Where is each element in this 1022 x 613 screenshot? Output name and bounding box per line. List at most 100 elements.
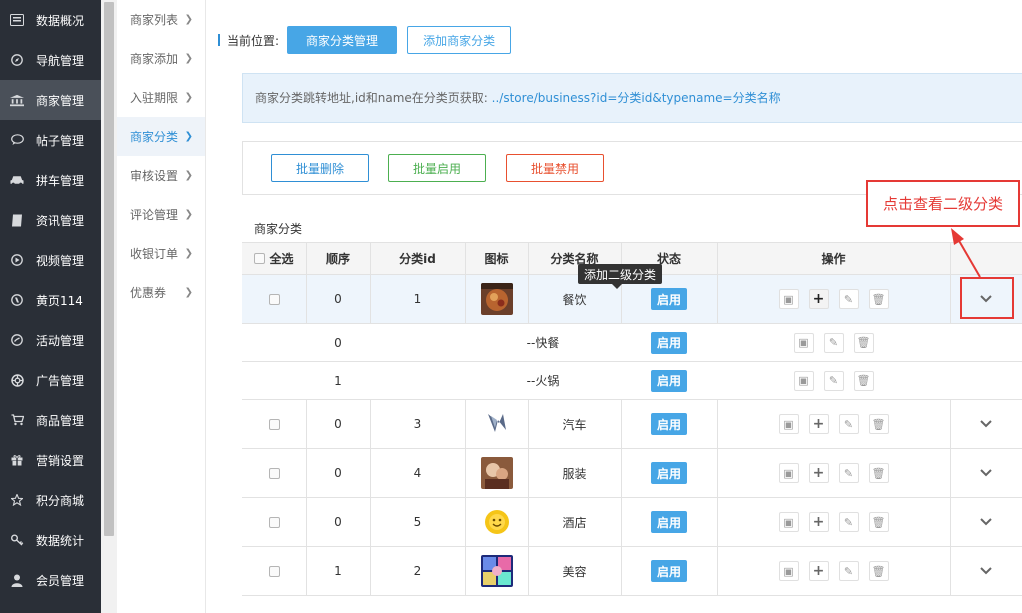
batch-disable-button[interactable]: 批量禁用	[506, 154, 604, 182]
submenu-item-merchant-list[interactable]: 商家列表 ❯	[117, 0, 205, 39]
sidebar-item-marketing[interactable]: 营销设置	[0, 440, 101, 480]
sidebar-item-merchant[interactable]: 商家管理	[0, 80, 101, 120]
submenu-item-coupons[interactable]: 优惠券 ❯	[117, 273, 205, 312]
add-subcategory-icon[interactable]: +	[808, 414, 829, 434]
category-manage-tab[interactable]: 商家分类管理	[287, 26, 398, 54]
sidebar-item-products[interactable]: 商品管理	[0, 400, 101, 440]
row-checkbox[interactable]	[268, 418, 280, 430]
row-checkbox[interactable]	[268, 565, 280, 577]
table-row: 0 3 汽车 启用 ▣ + ✎ 🗑	[242, 400, 1022, 449]
select-all-cell[interactable]: 全选	[242, 243, 306, 274]
info-link: ../store/business?id=分类id&typename=分类名称	[491, 91, 781, 105]
image-icon[interactable]: ▣	[778, 463, 799, 483]
status-toggle-button[interactable]: 启用	[650, 511, 687, 533]
row-name: 汽车	[562, 417, 587, 432]
status-toggle-button[interactable]: 启用	[650, 560, 687, 582]
sidebar-item-activity[interactable]: 活动管理	[0, 320, 101, 360]
edit-icon[interactable]: ✎	[823, 332, 844, 353]
edit-icon[interactable]: ✎	[838, 414, 859, 434]
row-id: 1	[413, 292, 422, 306]
table-row: 1 2 美容 启用 ▣ + ✎ 🗑	[242, 547, 1022, 596]
chevron-down-icon[interactable]	[950, 547, 1022, 595]
batch-enable-button[interactable]: 批量启用	[388, 154, 486, 182]
chat-icon	[10, 133, 24, 147]
car-thumbnail	[480, 408, 513, 440]
sidebar-item-label: 资讯管理	[36, 213, 85, 228]
sidebar-scrollbar[interactable]	[101, 0, 117, 613]
chevron-down-icon[interactable]	[950, 498, 1022, 546]
status-toggle-button[interactable]: 启用	[650, 413, 687, 435]
status-toggle-button[interactable]: 启用	[650, 331, 687, 354]
submenu-item-merchant-add[interactable]: 商家添加 ❯	[117, 39, 205, 78]
delete-icon[interactable]: 🗑	[868, 512, 889, 532]
annotation-arrow	[951, 228, 981, 278]
header-icon: 图标	[484, 252, 509, 266]
sidebar-item-label: 导航管理	[36, 53, 85, 68]
table-row: 0 4 服装 启用 ▣ + ✎ 🗑	[242, 449, 1022, 498]
submenu-item-review-settings[interactable]: 审核设置 ❯	[117, 156, 205, 195]
sidebar-item-nav[interactable]: 导航管理	[0, 40, 101, 80]
image-icon[interactable]: ▣	[778, 561, 799, 581]
submenu-item-entry-period[interactable]: 入驻期限 ❯	[117, 78, 205, 117]
image-icon[interactable]: ▣	[778, 289, 799, 309]
hotel-thumbnail	[480, 506, 513, 538]
chevron-down-icon[interactable]	[950, 400, 1022, 448]
status-toggle-button[interactable]: 启用	[650, 288, 687, 310]
submenu-item-cashier-orders[interactable]: 收银订单 ❯	[117, 234, 205, 273]
sidebar-item-carpool[interactable]: 拼车管理	[0, 160, 101, 200]
bank-icon	[10, 93, 24, 107]
batch-delete-button[interactable]: 批量删除	[271, 154, 369, 182]
row-name: --快餐	[526, 336, 560, 350]
header-select-all: 全选	[269, 252, 294, 266]
chevron-right-icon: ❯	[184, 287, 193, 298]
sidebar-item-points-mall[interactable]: 积分商城	[0, 480, 101, 520]
sidebar-item-ads[interactable]: 广告管理	[0, 360, 101, 400]
edit-icon[interactable]: ✎	[838, 512, 859, 532]
chevron-down-icon[interactable]	[950, 449, 1022, 497]
edit-icon[interactable]: ✎	[838, 561, 859, 581]
user-icon	[10, 573, 24, 587]
edit-icon[interactable]: ✎	[823, 370, 844, 391]
sidebar-item-members[interactable]: 会员管理	[0, 560, 101, 600]
edit-icon[interactable]: ✎	[838, 463, 859, 483]
select-all-checkbox[interactable]	[254, 253, 266, 264]
row-order: 0	[334, 292, 342, 306]
add-subcategory-icon[interactable]: +	[808, 463, 829, 483]
status-toggle-button[interactable]: 启用	[650, 462, 687, 484]
add-category-button[interactable]: 添加商家分类	[407, 26, 512, 54]
annotation-highlight-box	[960, 277, 1014, 319]
delete-icon[interactable]: 🗑	[868, 463, 889, 483]
row-checkbox[interactable]	[268, 467, 280, 479]
header-order: 顺序	[325, 252, 350, 266]
row-checkbox[interactable]	[268, 293, 280, 305]
sidebar-item-dashboard[interactable]: 数据概况	[0, 0, 101, 40]
sidebar-item-posts[interactable]: 帖子管理	[0, 120, 101, 160]
sidebar-item-label: 广告管理	[36, 373, 85, 388]
image-icon[interactable]: ▣	[778, 414, 799, 434]
status-toggle-button[interactable]: 启用	[650, 369, 687, 392]
sidebar-item-stats[interactable]: 数据统计	[0, 520, 101, 560]
add-subcategory-icon[interactable]: +	[808, 289, 829, 309]
info-text: 商家分类跳转地址,id和name在分类页获取:	[255, 91, 488, 105]
delete-icon[interactable]: 🗑	[868, 561, 889, 581]
sidebar-item-yellowpages[interactable]: 黄页114	[0, 280, 101, 320]
chevron-right-icon: ❯	[184, 170, 193, 181]
row-checkbox[interactable]	[268, 516, 280, 528]
delete-icon[interactable]: 🗑	[868, 289, 889, 309]
delete-icon[interactable]: 🗑	[853, 332, 874, 353]
add-subcategory-icon[interactable]: +	[808, 512, 829, 532]
edit-icon[interactable]: ✎	[838, 289, 859, 309]
scrollbar-thumb[interactable]	[104, 2, 114, 536]
sidebar-item-news[interactable]: 资讯管理	[0, 200, 101, 240]
add-subcategory-icon[interactable]: +	[808, 561, 829, 581]
image-icon[interactable]: ▣	[793, 370, 814, 391]
delete-icon[interactable]: 🗑	[868, 414, 889, 434]
image-icon[interactable]: ▣	[778, 512, 799, 532]
row-order: 0	[334, 515, 342, 529]
submenu-item-comments[interactable]: 评论管理 ❯	[117, 195, 205, 234]
row-name: 美容	[562, 564, 587, 579]
sidebar-item-video[interactable]: 视频管理	[0, 240, 101, 280]
submenu-item-merchant-category[interactable]: 商家分类 ❯	[117, 117, 205, 156]
image-icon[interactable]: ▣	[793, 332, 814, 353]
delete-icon[interactable]: 🗑	[853, 370, 874, 391]
